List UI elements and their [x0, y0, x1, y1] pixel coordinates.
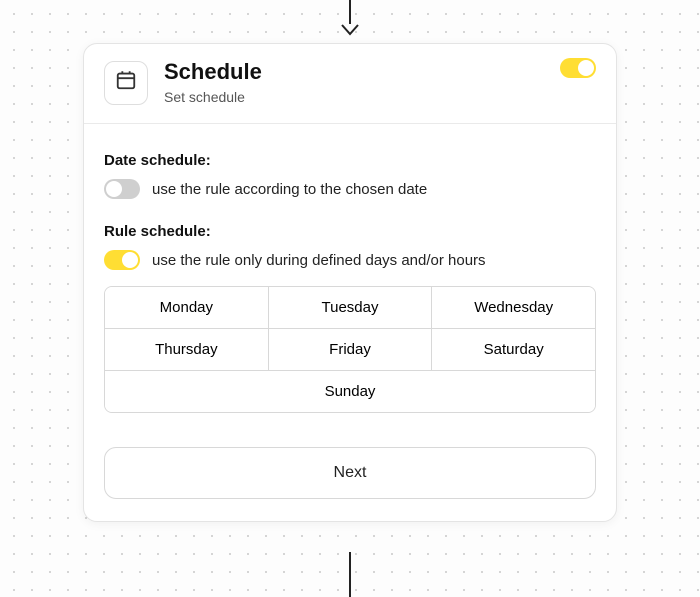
card-header: Schedule Set schedule — [84, 44, 616, 124]
day-thursday[interactable]: Thursday — [105, 329, 268, 370]
schedule-icon-box — [104, 61, 148, 105]
next-button[interactable]: Next — [104, 447, 596, 499]
calendar-icon — [115, 69, 137, 96]
card-subtitle: Set schedule — [164, 89, 596, 105]
date-schedule-label: Date schedule: — [104, 152, 596, 169]
card-title: Schedule — [164, 60, 596, 84]
day-wednesday[interactable]: Wednesday — [431, 287, 595, 328]
date-schedule-desc: use the rule according to the chosen dat… — [152, 181, 427, 198]
rule-schedule-desc: use the rule only during defined days an… — [152, 252, 486, 269]
arrow-down-icon — [341, 24, 359, 36]
main-toggle[interactable] — [560, 58, 596, 78]
card-body: Date schedule: use the rule according to… — [84, 124, 616, 521]
day-sunday[interactable]: Sunday — [105, 371, 595, 412]
rule-schedule-label: Rule schedule: — [104, 223, 596, 240]
rule-schedule-toggle[interactable] — [104, 250, 140, 270]
flow-arrow-out — [349, 552, 351, 597]
day-friday[interactable]: Friday — [268, 329, 432, 370]
day-grid: Monday Tuesday Wednesday Thursday Friday… — [104, 286, 596, 413]
day-tuesday[interactable]: Tuesday — [268, 287, 432, 328]
day-monday[interactable]: Monday — [105, 287, 268, 328]
flow-arrow-in — [341, 0, 359, 36]
schedule-card: Schedule Set schedule Date schedule: use… — [83, 43, 617, 522]
date-schedule-toggle[interactable] — [104, 179, 140, 199]
day-saturday[interactable]: Saturday — [431, 329, 595, 370]
